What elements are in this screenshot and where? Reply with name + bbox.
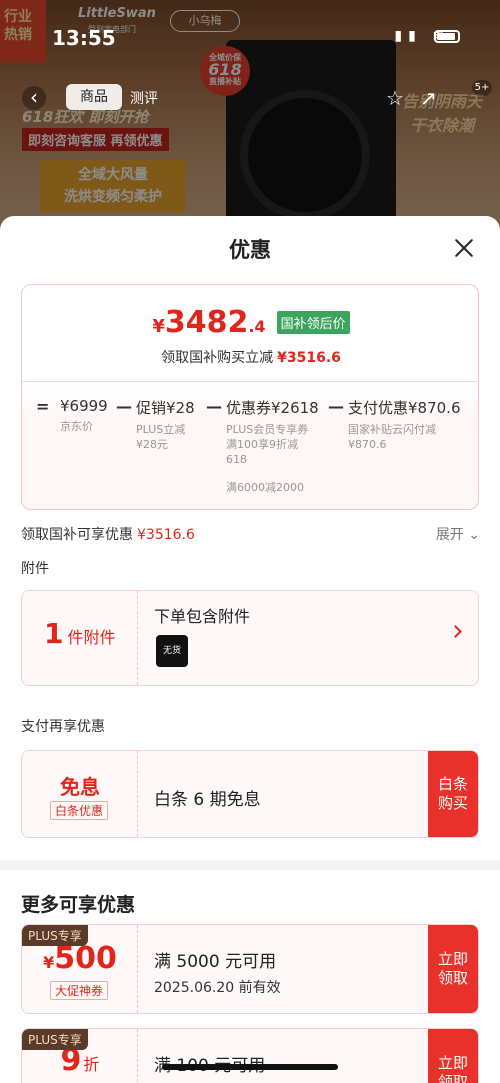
baitiao-tag: 白条优惠 [50, 801, 109, 820]
battery-icon [434, 30, 460, 43]
coupon-card[interactable]: ¥500 大促神券 PLUS专享 满 5000 元可用 2025.06.20 前… [21, 924, 479, 1014]
formula-note: 京东价 [60, 420, 93, 433]
coupon-card[interactable]: 9折 PLUS专享 满 100 元可用 立即 领取 [21, 1028, 479, 1083]
final-price: ¥3482.4 [152, 305, 265, 340]
accessory-count-panel: 1 件附件 [22, 591, 138, 685]
pay-section-label: 支付再享优惠 [21, 719, 105, 735]
price-integer: 3482 [164, 305, 249, 340]
close-icon[interactable] [454, 238, 474, 258]
equals-sign: = [36, 397, 50, 416]
formula-value: 促销¥28 [136, 399, 195, 417]
chevron-down-icon: ⌄ [468, 527, 480, 543]
subsidy-discount-line: 领取国补购买立减 ¥3516.6 [22, 347, 478, 367]
accessory-title: 下单包含附件 [154, 607, 251, 626]
coupon-expiry: 2025.06.20 前有效 [154, 980, 281, 996]
coupon-number: 500 [54, 941, 117, 976]
image-count-badge: 5+ [472, 80, 492, 96]
tab-review[interactable]: 测评 [130, 88, 158, 108]
accessory-thumbnail[interactable]: 无货 [156, 635, 188, 667]
accessory-count: 1 件附件 [44, 617, 116, 650]
claim-coupon-button[interactable]: 立即 领取 [428, 1029, 478, 1083]
back-icon[interactable]: ‹ [22, 86, 46, 110]
interest-free-label: 免息 [60, 775, 100, 799]
expand-label: 展开 [435, 527, 464, 543]
claim-coupon-button[interactable]: 立即 领取 [428, 925, 478, 1013]
coupon-condition: 满 5000 元可用 [154, 952, 277, 972]
formula-value: ¥6999 [60, 397, 108, 415]
price-currency: ¥ [152, 316, 165, 337]
interest-free-panel: 免息 白条优惠 [22, 751, 138, 837]
formula-note: 国家补贴云闪付减 ¥870.6 [348, 423, 436, 451]
home-indicator[interactable] [162, 1064, 338, 1070]
accessory-section-label: 附件 [21, 561, 49, 577]
formula-note-extra: 满6000减2000 [226, 481, 304, 494]
interest-free-text: 白条 6 期免息 [154, 790, 261, 810]
price-breakdown-card: ¥3482.4 国补领后价 领取国补购买立减 ¥3516.6 = ¥6999 京东… [21, 284, 479, 510]
plus-exclusive-tag: PLUS专享 [22, 925, 88, 946]
formula-note: PLUS会员专享券 满100享9折减 618 [226, 423, 309, 466]
minus-sign: — [116, 397, 132, 416]
formula-item-promo: 促销¥28 PLUS立减 ¥28元 [136, 397, 195, 452]
gov-row-value: ¥3516.6 [137, 527, 195, 543]
baitiao-buy-button[interactable]: 白条 购买 [428, 751, 478, 837]
gov-row-label: 领取国补可享优惠 [21, 527, 133, 543]
final-price-row: ¥3482.4 国补领后价 [22, 305, 478, 340]
gov-subsidy-badge: 国补领后价 [276, 311, 350, 334]
tab-product[interactable]: 商品 [66, 84, 122, 110]
formula-value: 支付优惠¥870.6 [348, 399, 461, 417]
coupon-tag: 大促神券 [50, 981, 109, 1000]
gov-subsidy-row: 领取国补可享优惠 ¥3516.6 [21, 524, 195, 544]
coupon-amount: ¥500 [22, 941, 138, 976]
formula-note: PLUS立减 ¥28元 [136, 423, 186, 451]
favorite-icon[interactable]: ☆ [386, 86, 404, 110]
coupon-currency: ¥ [43, 953, 55, 972]
product-page-background: 行业 热销 LittleSwan 受到家电部门 小乌梅 全域价保 618 直播补… [0, 0, 500, 240]
accessory-count-number: 1 [44, 617, 64, 650]
discount-sheet: 优惠 ¥3482.4 国补领后价 领取国补购买立减 ¥3516.6 = ¥6999… [0, 216, 500, 1083]
plus-exclusive-tag: PLUS专享 [22, 1029, 88, 1050]
formula-item-payment: 支付优惠¥870.6 国家补贴云闪付减 ¥870.6 [348, 397, 461, 452]
section-gap [0, 860, 500, 870]
status-time: 13:55 [52, 26, 116, 50]
interest-free-box[interactable]: 免息 白条优惠 白条 6 期免息 白条 购买 [21, 750, 479, 838]
chevron-right-icon [449, 625, 462, 638]
minus-sign: — [328, 397, 344, 416]
minus-sign: — [206, 397, 222, 416]
more-offers-title: 更多可享优惠 [21, 894, 136, 916]
subsidy-value: ¥3516.6 [277, 350, 341, 366]
coupon-unit: 折 [83, 1055, 100, 1074]
divider [22, 381, 478, 382]
formula-value: 优惠券¥2618 [226, 399, 319, 417]
sheet-title: 优惠 [229, 238, 271, 262]
subsidy-label: 领取国补购买立减 [161, 350, 274, 366]
price-decimal: .4 [248, 317, 266, 336]
formula-item-jd-price: ¥6999 京东价 [60, 397, 108, 434]
expand-button[interactable]: 展开 ⌄ [436, 524, 480, 544]
accessory-count-unit: 件附件 [67, 628, 116, 647]
formula-item-coupon: 优惠券¥2618 PLUS会员专享券 满100享9折减 618 满6000减20… [226, 397, 319, 495]
accessory-box[interactable]: 1 件附件 下单包含附件 无货 [21, 590, 479, 686]
share-icon[interactable]: ↗ [420, 86, 437, 110]
